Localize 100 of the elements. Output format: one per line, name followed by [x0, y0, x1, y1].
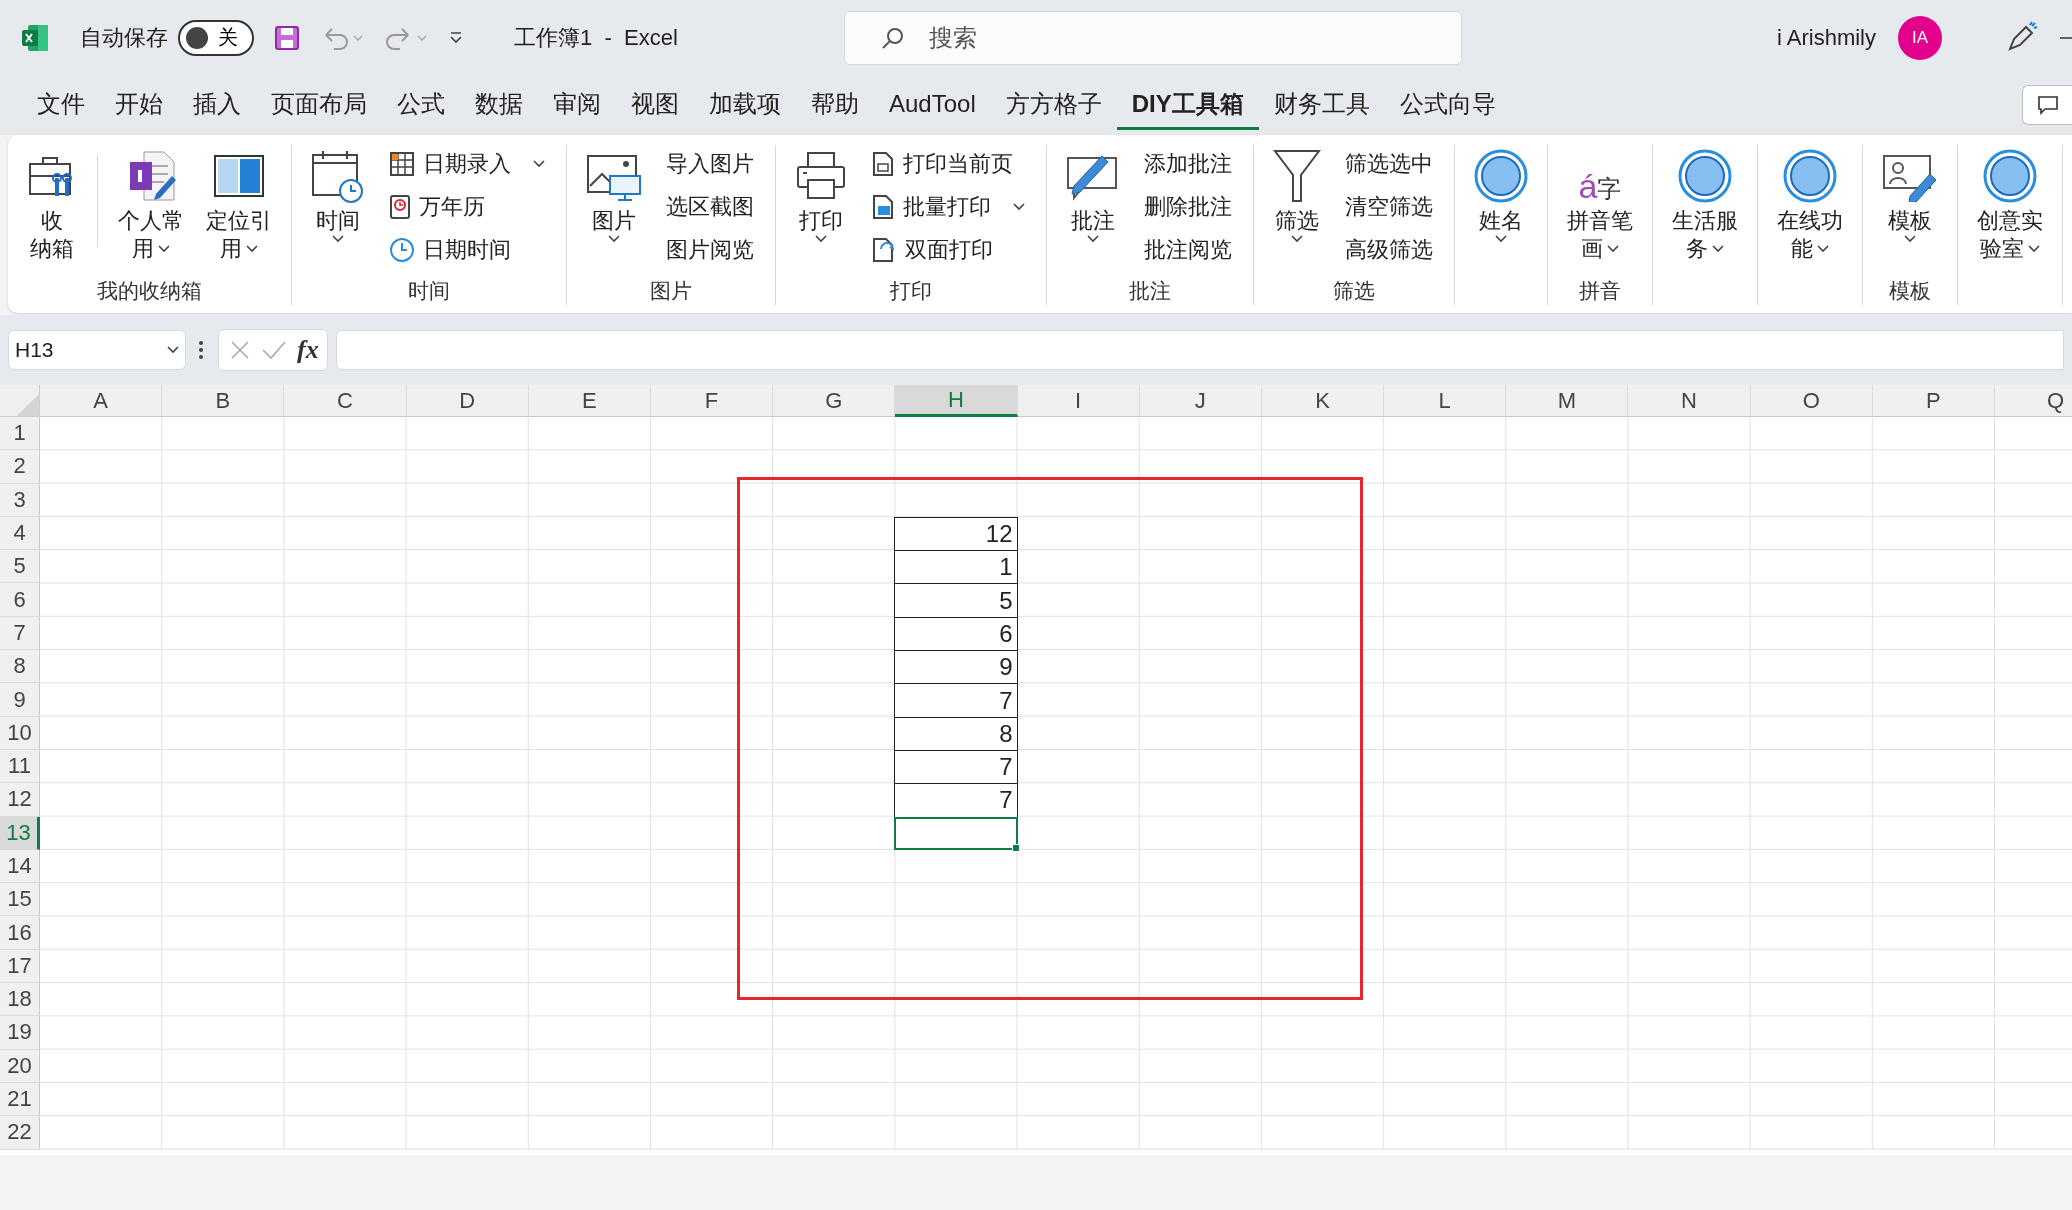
ribbon-button[interactable]: 高级筛选 [1337, 233, 1441, 267]
ribbon-button[interactable]: 万年历 [381, 190, 553, 224]
insert-function-button[interactable]: fx [297, 335, 319, 365]
ribbon-button[interactable]: 批量打印 [863, 190, 1033, 224]
ribbon-button[interactable]: 日期时间 [381, 233, 553, 267]
ribbon-button[interactable]: 选区截图 [658, 190, 762, 224]
ribbon-button[interactable]: 收 纳箱 [21, 145, 83, 277]
row-header[interactable]: 8 [0, 650, 40, 684]
enter-check-icon[interactable] [261, 339, 287, 361]
ribbon-tab[interactable]: 页面布局 [256, 80, 382, 130]
ribbon-button[interactable]: 时间 [305, 145, 371, 277]
ribbon-button[interactable]: á字 拼音笔 画 [1561, 145, 1639, 277]
column-header[interactable]: F [650, 385, 774, 417]
column-header[interactable]: N [1628, 385, 1751, 417]
column-header[interactable]: P [1872, 385, 1995, 417]
row-header[interactable]: 21 [0, 1082, 40, 1117]
ribbon-button[interactable]: 导入图片 [658, 147, 762, 181]
row-header[interactable]: 11 [0, 749, 40, 784]
row-header[interactable]: 12 [0, 783, 40, 817]
row-header[interactable]: 7 [0, 616, 40, 651]
autosave-toggle[interactable]: 关 [178, 19, 254, 56]
ribbon-tab[interactable]: 数据 [460, 80, 538, 130]
column-header[interactable]: H [895, 385, 1018, 417]
ribbon-tab[interactable]: 帮助 [796, 80, 874, 130]
column-header[interactable]: J [1139, 385, 1262, 417]
row-header[interactable]: 4 [0, 516, 40, 551]
row-header[interactable]: 17 [0, 949, 40, 984]
group-label: 我的收纳箱 [97, 278, 202, 304]
ribbon-button[interactable]: 日期录入 [381, 147, 553, 181]
row-header[interactable]: 16 [0, 916, 40, 950]
ribbon-button[interactable]: 姓名 [1468, 145, 1534, 277]
caret-icon [815, 235, 827, 243]
row-header[interactable]: 9 [0, 683, 40, 717]
column-header[interactable]: B [162, 385, 285, 417]
ribbon-button[interactable]: 模板 [1876, 145, 1944, 277]
ribbon-button[interactable]: 清空筛选 [1337, 190, 1441, 224]
row-header[interactable]: 6 [0, 583, 40, 617]
column-header[interactable]: Q [1995, 385, 2072, 417]
ribbon-tab[interactable]: 文件 [22, 80, 100, 130]
ribbon-tab[interactable]: AudTool [874, 80, 991, 130]
row-header[interactable]: 20 [0, 1049, 40, 1083]
ribbon-button[interactable]: 打印 [789, 145, 853, 277]
formula-input[interactable] [335, 330, 2064, 370]
row-header[interactable]: 1 [0, 417, 40, 451]
ribbon-button[interactable]: 筛选 [1267, 145, 1327, 277]
name-box[interactable]: H13 [8, 330, 186, 370]
ribbon-button[interactable]: 批注 [1060, 145, 1126, 277]
active-cell[interactable] [894, 816, 1018, 850]
ribbon-tab[interactable]: 开始 [100, 80, 178, 130]
column-header[interactable]: I [1017, 385, 1140, 417]
ribbon-button[interactable]: 图片 [580, 145, 648, 277]
ribbon-button[interactable]: 批注阅览 [1136, 233, 1240, 267]
column-header[interactable]: G [773, 385, 896, 417]
ribbon-tab[interactable]: 财务工具 [1258, 80, 1385, 130]
ribbon-button[interactable]: 生活服 务 [1666, 145, 1744, 277]
ribbon-tab[interactable]: 方方格子 [990, 80, 1117, 130]
caret-icon [1607, 245, 1619, 253]
row-header[interactable]: 19 [0, 1016, 40, 1050]
ribbon-button[interactable]: 在线功 能 [1771, 145, 1849, 277]
row-header[interactable]: 10 [0, 716, 40, 750]
minimize-icon[interactable] [2060, 35, 2072, 40]
column-header[interactable]: O [1750, 385, 1873, 417]
row-header[interactable]: 15 [0, 883, 40, 917]
ribbon-tab[interactable]: 公式 [382, 80, 460, 130]
column-header[interactable]: M [1506, 385, 1629, 417]
ribbon-button[interactable]: 筛选选中 [1337, 147, 1441, 181]
column-header[interactable]: L [1384, 385, 1507, 417]
ribbon-tab[interactable]: 视图 [616, 80, 694, 130]
column-header[interactable]: E [528, 385, 651, 417]
search-field[interactable]: 搜索 [844, 10, 1462, 65]
ribbon-tab[interactable]: 插入 [178, 80, 256, 130]
column-header[interactable]: D [406, 385, 529, 417]
ribbon-button[interactable]: 打印当前页 [863, 147, 1033, 181]
row-header[interactable]: 22 [0, 1116, 40, 1150]
ribbon-button[interactable]: 添加批注 [1136, 147, 1240, 181]
ribbon-button[interactable]: 图片阅览 [658, 233, 762, 267]
save-icon[interactable] [274, 24, 300, 51]
column-header[interactable]: K [1261, 385, 1385, 417]
row-header[interactable]: 18 [0, 983, 40, 1017]
ribbon-tab[interactable]: 审阅 [538, 80, 616, 130]
row-header[interactable]: 3 [0, 483, 40, 517]
ribbon-tab[interactable]: DIY工具箱 [1116, 80, 1259, 130]
user-avatar[interactable]: IA [1898, 15, 1942, 60]
row-header[interactable]: 13 [0, 816, 40, 850]
ribbon-button[interactable]: 删除批注 [1136, 190, 1240, 224]
ribbon-button[interactable]: 个人常 用 [112, 145, 190, 277]
ribbon-tab[interactable]: 公式向导 [1384, 80, 1511, 130]
ribbon-button[interactable]: 创意实 验室 [1971, 145, 2049, 277]
duplex-print-icon [871, 237, 897, 263]
column-header[interactable]: A [40, 385, 163, 417]
row-header[interactable]: 2 [0, 450, 40, 484]
customize-toolbar-icon[interactable] [448, 30, 464, 45]
comments-button[interactable] [2022, 85, 2072, 125]
more-options-icon[interactable] [198, 339, 204, 361]
row-header[interactable]: 5 [0, 550, 40, 584]
row-header[interactable]: 14 [0, 849, 40, 884]
ribbon-tab[interactable]: 加载项 [694, 80, 796, 130]
column-header[interactable]: C [284, 385, 407, 417]
ribbon-button[interactable]: 定位引 用 [200, 145, 278, 277]
ribbon-button[interactable]: 双面打印 [863, 233, 1033, 267]
